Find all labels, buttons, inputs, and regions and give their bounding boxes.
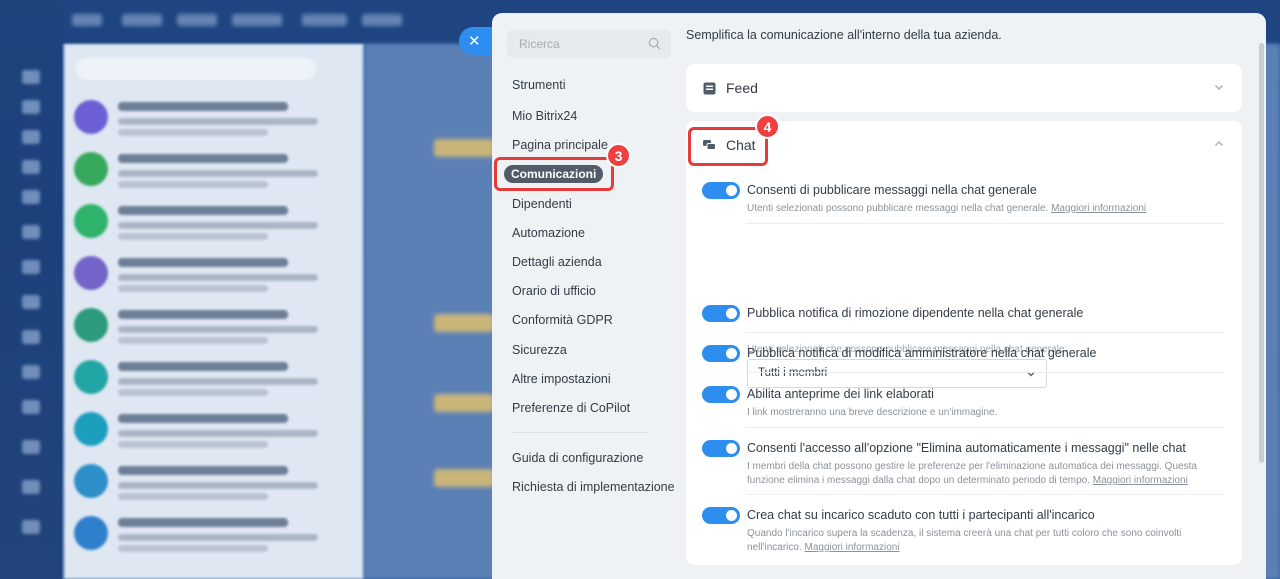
- chevron-up-icon[interactable]: [1214, 139, 1224, 149]
- option-title: Crea chat su incarico scaduto con tutti …: [747, 508, 1095, 522]
- nav-item-dettagli-azienda[interactable]: Dettagli azienda: [512, 253, 602, 271]
- option-title: Consenti di pubblicare messaggi nella ch…: [747, 183, 1037, 197]
- close-icon: ✕: [468, 33, 481, 50]
- nav-item-pagina-principale[interactable]: Pagina principale: [512, 136, 608, 154]
- section-feed-title: Feed: [726, 80, 758, 96]
- settings-search: [507, 30, 671, 58]
- scrollbar[interactable]: [1259, 43, 1264, 463]
- nav-link-guida-di-configurazione[interactable]: Guida di configurazione: [512, 449, 643, 467]
- option-title: Pubblica notifica di rimozione dipendent…: [747, 306, 1084, 320]
- background-left-bar: [0, 0, 62, 579]
- divider: [746, 223, 1224, 224]
- toggle-admin-change-notice[interactable]: [702, 345, 740, 362]
- nav-link-richiesta-di-implementazione[interactable]: Richiesta di implementazione: [512, 478, 675, 496]
- nav-divider: [512, 432, 648, 433]
- option-description: I link mostreranno una breve descrizione…: [747, 407, 998, 418]
- learn-more-link[interactable]: Maggiori informazioni: [1093, 475, 1188, 486]
- feed-icon: [703, 82, 716, 94]
- option-description: Utenti selezionati possono pubblicare me…: [747, 203, 1147, 214]
- nav-item-conformita-gdpr[interactable]: Conformità GDPR: [512, 311, 613, 329]
- option-description: Quando l'incarico supera la scadenza, il…: [747, 528, 1182, 553]
- settings-nav: Strumenti Mio Bitrix24 Pagina principale…: [492, 13, 675, 579]
- close-panel-button[interactable]: ✕: [459, 27, 495, 55]
- section-feed[interactable]: Feed: [686, 64, 1242, 112]
- toggle-auto-delete-messages[interactable]: [702, 440, 740, 457]
- toggle-post-in-general-chat[interactable]: [702, 182, 740, 199]
- step-badge-nav: 3: [606, 143, 631, 168]
- chevron-down-icon: [1027, 371, 1035, 377]
- nav-item-altre-impostazioni[interactable]: Altre impostazioni: [512, 370, 611, 388]
- nav-item-preferenze-di-copilot[interactable]: Preferenze di CoPilot: [512, 399, 630, 417]
- option-title: Pubblica notifica di modifica amministra…: [747, 346, 1097, 360]
- nav-item-sicurezza[interactable]: Sicurezza: [512, 341, 567, 359]
- option-title: Consenti l'accesso all'opzione "Elimina …: [747, 441, 1186, 455]
- option-title: Abilita anteprime dei link elaborati: [747, 387, 934, 401]
- nav-item-automazione[interactable]: Automazione: [512, 224, 585, 242]
- highlight-frame-nav: [494, 157, 614, 191]
- page-intro: Semplifica la comunicazione all'interno …: [686, 28, 1002, 42]
- search-icon: [648, 37, 661, 50]
- divider: [746, 427, 1224, 428]
- toggle-employee-removal-notice[interactable]: [702, 305, 740, 322]
- step-badge-chat: 4: [755, 114, 780, 139]
- toggle-overdue-task-chat[interactable]: [702, 507, 740, 524]
- nav-item-strumenti[interactable]: Strumenti: [512, 76, 566, 94]
- toggle-link-previews[interactable]: [702, 386, 740, 403]
- option-description: I membri della chat possono gestire le p…: [747, 461, 1197, 486]
- search-input[interactable]: [507, 30, 671, 58]
- settings-panel: Strumenti Mio Bitrix24 Pagina principale…: [492, 13, 1266, 579]
- divider: [746, 372, 1224, 373]
- nav-item-dipendenti[interactable]: Dipendenti: [512, 195, 572, 213]
- learn-more-link[interactable]: Maggiori informazioni: [1051, 203, 1146, 214]
- section-chat: Chat Consenti di pubblicare messaggi nel…: [686, 121, 1242, 565]
- divider: [746, 332, 1224, 333]
- settings-content: Semplifica la comunicazione all'interno …: [686, 13, 1246, 579]
- posting-members-select[interactable]: Tutti i membri: [747, 359, 1047, 388]
- background-chat-list: [64, 44, 364, 579]
- nav-item-mio-bitrix24[interactable]: Mio Bitrix24: [512, 107, 577, 125]
- nav-item-orario-di-ufficio[interactable]: Orario di ufficio: [512, 282, 596, 300]
- chevron-down-icon[interactable]: [1214, 82, 1224, 92]
- divider: [746, 494, 1224, 495]
- learn-more-link[interactable]: Maggiori informazioni: [805, 542, 900, 553]
